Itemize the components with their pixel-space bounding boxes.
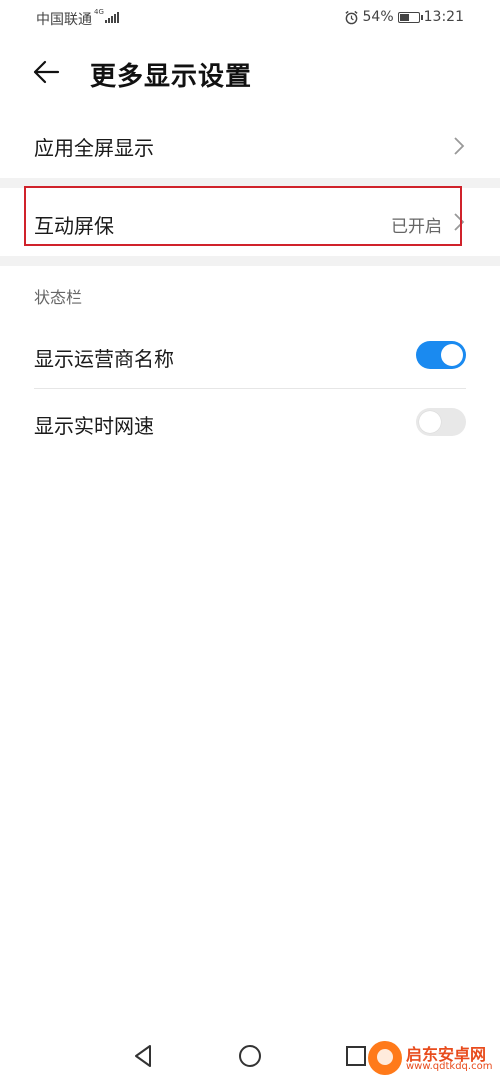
show-network-speed-toggle[interactable] bbox=[416, 408, 466, 436]
status-right: 54% 13:21 bbox=[344, 9, 464, 25]
show-network-speed-label: 显示实时网速 bbox=[34, 414, 154, 438]
show-carrier-name-label: 显示运营商名称 bbox=[34, 347, 174, 371]
clock: 13:21 bbox=[423, 9, 464, 25]
watermark-logo-icon bbox=[368, 1041, 402, 1075]
app-header: 更多显示设置 bbox=[0, 44, 500, 102]
fullscreen-display-label: 应用全屏显示 bbox=[34, 136, 154, 160]
battery-charging-icon bbox=[397, 11, 423, 23]
battery-level-fill bbox=[399, 13, 409, 21]
row-divider bbox=[34, 388, 466, 389]
alarm-icon bbox=[344, 10, 358, 24]
back-button[interactable] bbox=[30, 56, 70, 90]
section-separator bbox=[0, 256, 500, 266]
toggle-knob bbox=[419, 411, 441, 433]
status-left: 中国联通 4G bbox=[36, 9, 119, 29]
toggle-knob bbox=[441, 344, 463, 366]
fullscreen-display-row[interactable]: 应用全屏显示 bbox=[0, 116, 500, 176]
watermark: 启东安卓网 www.qdtkdq.com bbox=[368, 1037, 494, 1077]
show-carrier-name-row[interactable]: 显示运营商名称 bbox=[0, 326, 500, 386]
carrier-name: 中国联通 bbox=[36, 12, 92, 28]
nav-recents-icon[interactable] bbox=[342, 1042, 370, 1070]
signal-icon bbox=[104, 12, 119, 23]
show-carrier-name-toggle[interactable] bbox=[416, 341, 466, 369]
status-bar: 中国联通 4G 54% 13:21 bbox=[0, 0, 500, 34]
page-title: 更多显示设置 bbox=[90, 62, 253, 92]
network-type: 4G bbox=[94, 8, 104, 16]
show-network-speed-row[interactable]: 显示实时网速 bbox=[0, 392, 500, 452]
nav-home-icon[interactable] bbox=[236, 1042, 264, 1070]
back-arrow-icon bbox=[33, 60, 60, 84]
battery-percent: 54% bbox=[362, 9, 394, 25]
chevron-right-icon bbox=[454, 137, 465, 155]
highlight-box bbox=[24, 186, 462, 246]
nav-back-icon[interactable] bbox=[130, 1042, 158, 1070]
watermark-url: www.qdtkdq.com bbox=[406, 1061, 493, 1072]
section-title-status-bar: 状态栏 bbox=[34, 288, 83, 307]
